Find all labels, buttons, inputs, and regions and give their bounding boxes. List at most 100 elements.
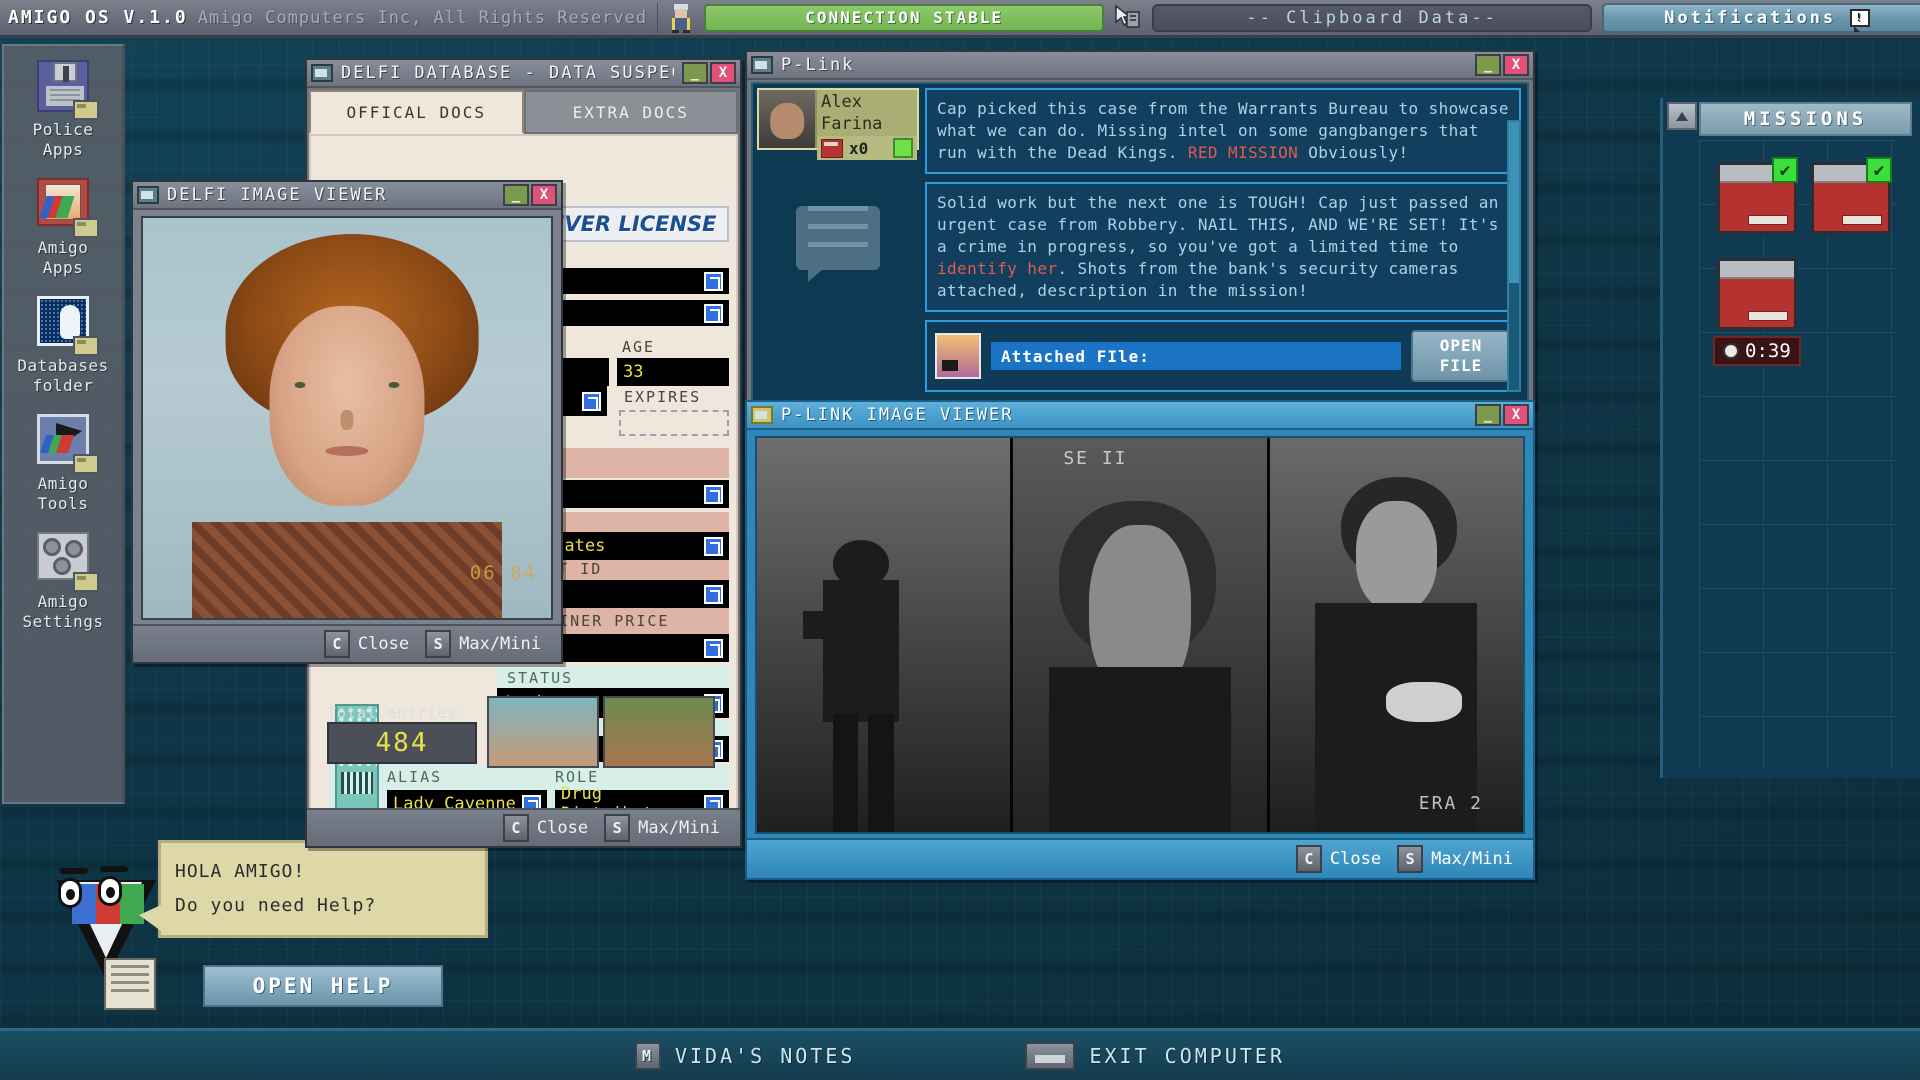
- sidebar-item-label: Amigo: [4, 238, 122, 258]
- sidebar-item-police-apps[interactable]: Police Apps: [4, 60, 122, 160]
- plink-scrollbar[interactable]: [1507, 120, 1521, 392]
- clipboard-data-field[interactable]: -- Clipboard Data--: [1152, 4, 1592, 32]
- tab-official-docs[interactable]: OFFICAL DOCS: [309, 90, 524, 134]
- plink-image-close-action[interactable]: C Close: [1296, 845, 1381, 873]
- rgb-window-icon: [33, 178, 93, 234]
- sidebar-item-amigo-tools[interactable]: Amigo Tools: [4, 414, 122, 514]
- sidebar-item-amigo-settings[interactable]: Amigo Settings: [4, 532, 122, 632]
- copy-icon[interactable]: [704, 485, 723, 504]
- clipboard-cursor-icon[interactable]: [1114, 4, 1142, 32]
- delfi-close-action[interactable]: C Close: [503, 814, 588, 842]
- portrait-shirt: [192, 522, 502, 618]
- open-help-button[interactable]: OPEN HELP: [203, 965, 443, 1007]
- plink-message-list[interactable]: Cap picked this case from the Warrants B…: [923, 84, 1527, 402]
- security-frame[interactable]: [757, 438, 1013, 832]
- copy-icon[interactable]: [704, 585, 723, 604]
- close-button[interactable]: X: [710, 62, 736, 84]
- exit-computer-label: EXIT COMPUTER: [1089, 1044, 1285, 1068]
- police-officer-icon: [668, 3, 694, 33]
- copy-icon[interactable]: [582, 392, 601, 411]
- sidebar-item-label: Settings: [4, 612, 122, 632]
- help-speech-bubble: HOLA AMIGO! Do you need Help?: [158, 840, 488, 938]
- message-bubble: Solid work but the next one is TOUGH! Ca…: [925, 182, 1521, 312]
- message-highlight: identify her: [937, 259, 1057, 278]
- image-viewer-maxmin-action[interactable]: S Max/Mini: [425, 630, 541, 658]
- vidas-notes-label: VIDA'S NOTES: [675, 1044, 856, 1068]
- plink-image-maxmin-action[interactable]: S Max/Mini: [1397, 845, 1513, 873]
- close-button[interactable]: X: [1503, 54, 1529, 76]
- mission-complete-check-icon: ✔: [1866, 157, 1892, 183]
- mission-card-completed[interactable]: ✔: [1717, 162, 1797, 234]
- expires-label: EXPIRES: [619, 386, 729, 408]
- minimize-button[interactable]: _: [1475, 54, 1501, 76]
- database-window-icon: [311, 64, 333, 82]
- mission-card-completed[interactable]: ✔: [1811, 162, 1891, 234]
- frame-overlay-text: SE II: [1063, 448, 1127, 469]
- sidebar-item-databases-folder[interactable]: Databases folder: [4, 296, 122, 396]
- expires-field: EXPIRES: [619, 386, 729, 436]
- contact-name: Alex: [817, 90, 917, 114]
- plink-body: Alex Farina x0 Cap picked this case from…: [751, 82, 1529, 404]
- suspect-thumbnail[interactable]: [487, 696, 599, 768]
- notifications-label: Notifications: [1664, 8, 1836, 28]
- contact-card[interactable]: Alex Farina x0: [757, 88, 919, 150]
- notifications-button[interactable]: Notifications !: [1602, 3, 1920, 33]
- plink-window[interactable]: P-Link _ X Alex Farina x0: [745, 50, 1535, 410]
- close-button[interactable]: X: [1503, 404, 1529, 426]
- minimize-button[interactable]: _: [1475, 404, 1501, 426]
- exit-key-icon: [1025, 1042, 1075, 1070]
- minimize-button[interactable]: _: [503, 184, 529, 206]
- sidebar-item-label: folder: [4, 376, 122, 396]
- age-value[interactable]: 33: [617, 358, 729, 386]
- delfi-footer: C Close S Max/Mini: [307, 808, 740, 846]
- plink-image-viewer-title: P-LINK IMAGE VIEWER: [781, 405, 1013, 425]
- message-text: Solid work but the next one is TOUGH! Ca…: [937, 193, 1499, 256]
- help-assistant: HOLA AMIGO! Do you need Help? OPEN HELP: [48, 830, 608, 1020]
- mission-timer: 0:39: [1713, 336, 1801, 366]
- security-frame[interactable]: ERA 2: [1270, 438, 1523, 832]
- open-file-button[interactable]: OPEN FILE: [1411, 330, 1511, 382]
- security-frame[interactable]: SE II: [1013, 438, 1269, 832]
- image-viewer-icon: [137, 186, 159, 204]
- image-viewer-title-bar[interactable]: DELFI IMAGE VIEWER _ X: [133, 182, 561, 210]
- copy-icon[interactable]: [704, 537, 723, 556]
- contact-avatar: [759, 90, 817, 148]
- sidebar-item-label: Tools: [4, 494, 122, 514]
- delfi-tabs: OFFICAL DOCS EXTRA DOCS: [309, 90, 738, 134]
- photo-attachment-icon[interactable]: [935, 333, 981, 379]
- message-highlight: RED MISSION: [1188, 143, 1298, 162]
- scroll-up-icon[interactable]: [1667, 102, 1697, 130]
- plink-title-bar[interactable]: P-Link _ X: [747, 52, 1533, 80]
- message-bubble: Cap picked this case from the Warrants B…: [925, 88, 1521, 174]
- plink-contact-panel: Alex Farina x0: [753, 84, 923, 402]
- copy-icon[interactable]: [704, 639, 723, 658]
- delfi-image-viewer-window[interactable]: DELFI IMAGE VIEWER _ X 06 84 C Close: [131, 180, 563, 664]
- key-s-icon: S: [425, 630, 451, 658]
- copy-icon[interactable]: [704, 272, 723, 291]
- exit-computer-action[interactable]: EXIT COMPUTER: [1025, 1042, 1285, 1070]
- plink-image-viewer-window[interactable]: P-LINK IMAGE VIEWER _ X SE II: [745, 400, 1535, 880]
- expires-empty-box[interactable]: [619, 410, 729, 436]
- mission-card-active[interactable]: [1717, 258, 1797, 330]
- missions-header: MISSIONS: [1699, 102, 1912, 136]
- sidebar-item-amigo-apps[interactable]: Amigo Apps: [4, 178, 122, 278]
- total-entries-label: Total entries:: [327, 704, 477, 722]
- tab-extra-docs[interactable]: EXTRA DOCS: [524, 90, 739, 134]
- sidebar-item-label: Amigo: [4, 592, 122, 612]
- suspect-thumbnail[interactable]: [603, 696, 715, 768]
- copy-icon[interactable]: [704, 304, 723, 323]
- os-name: AMIGO OS V.1.0: [8, 7, 188, 28]
- minimize-button[interactable]: _: [682, 62, 708, 84]
- vidas-notes-action[interactable]: M VIDA'S NOTES: [635, 1042, 856, 1070]
- help-greeting: HOLA AMIGO!: [175, 855, 471, 889]
- portrait-face: [269, 306, 424, 506]
- delfi-window-title: DELFI DATABASE - DATA SUSPECT FILE: [341, 63, 674, 83]
- plink-image-viewer-title-bar[interactable]: P-LINK IMAGE VIEWER _ X: [747, 402, 1533, 430]
- close-button[interactable]: X: [531, 184, 557, 206]
- image-viewer-title: DELFI IMAGE VIEWER: [167, 185, 387, 205]
- face-scan-icon: [33, 296, 93, 352]
- image-viewer-close-action[interactable]: C Close: [324, 630, 409, 658]
- delfi-title-bar[interactable]: DELFI DATABASE - DATA SUSPECT FILE _ X: [307, 60, 740, 88]
- delfi-maxmin-action[interactable]: S Max/Mini: [604, 814, 720, 842]
- missions-grid: ✔ ✔ 0:39: [1699, 140, 1898, 768]
